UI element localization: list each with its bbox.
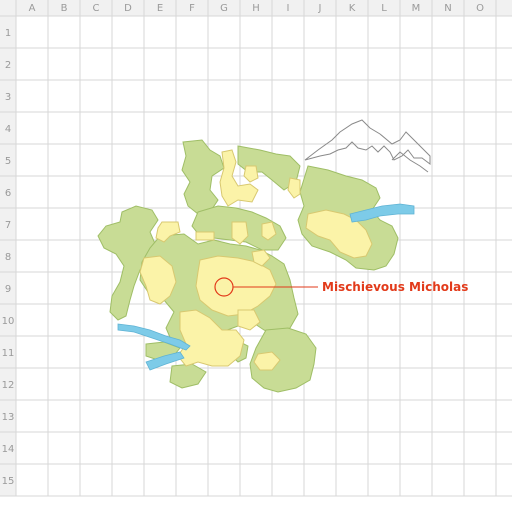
row-label-11: 11: [2, 348, 15, 359]
row-label-7: 7: [5, 220, 11, 231]
row-label-10: 10: [2, 316, 15, 327]
map-canvas[interactable]: ABCDEFGHIJKLMNO 123456789101112131415 Mi…: [0, 0, 512, 512]
column-label-g: G: [220, 3, 228, 14]
row-label-13: 13: [2, 412, 15, 423]
path-west-dash: [195, 231, 215, 241]
grid-lines: [0, 0, 512, 497]
row-label-8: 8: [5, 252, 11, 263]
bottom-margin: [0, 496, 512, 512]
row-label-12: 12: [2, 380, 15, 391]
row-label-2: 2: [5, 60, 11, 71]
column-label-h: H: [252, 3, 260, 14]
path-north-center: [243, 165, 259, 183]
map-root[interactable]: ABCDEFGHIJKLMNO 1 2 3 4 5 6 7 8 9 10 11 12 13 14 15: [0, 0, 512, 512]
row-label-4: 4: [5, 124, 11, 135]
column-labels: A B C D E F G H I J K L M N O: [29, 3, 484, 14]
row-label-9: 9: [5, 284, 11, 295]
forest-north-west: [181, 139, 225, 215]
row-label-3: 3: [5, 92, 11, 103]
column-label-l: L: [381, 3, 387, 14]
row-label-15: 15: [2, 476, 15, 487]
row-label-1: 1: [5, 28, 11, 39]
column-label-i: I: [287, 3, 290, 14]
column-label-c: C: [93, 3, 100, 14]
column-label-m: M: [412, 3, 421, 14]
path-north-east: [287, 177, 301, 199]
column-label-o: O: [476, 3, 484, 14]
row-label-14: 14: [2, 444, 15, 455]
row-label-6: 6: [5, 188, 11, 199]
column-label-j: J: [318, 3, 322, 14]
row-label-5: 5: [5, 156, 11, 167]
column-label-f: F: [189, 3, 195, 14]
column-label-e: E: [157, 3, 163, 14]
marker-label[interactable]: Mischievous Micholas: [322, 280, 468, 294]
column-label-a: A: [29, 3, 36, 14]
column-label-b: B: [61, 3, 68, 14]
column-label-n: N: [444, 3, 451, 14]
column-label-d: D: [124, 3, 132, 14]
column-label-k: K: [349, 3, 356, 14]
